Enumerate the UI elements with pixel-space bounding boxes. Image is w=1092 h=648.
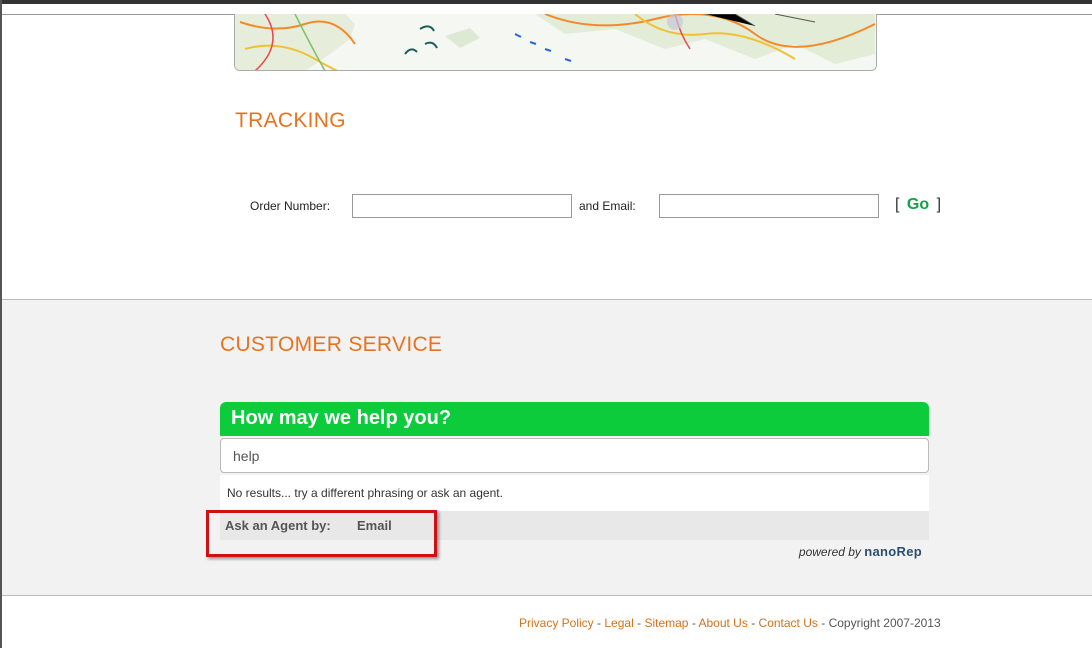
go-button[interactable]: [ Go ]	[895, 196, 941, 214]
help-results-panel: No results... try a different phrasing o…	[220, 475, 929, 511]
footer-separator: -	[751, 616, 756, 630]
annotation-highlight-box	[206, 510, 437, 557]
nanorep-brand: nanoRep	[864, 544, 922, 559]
footer-copyright: Copyright 2007-2013	[828, 616, 941, 630]
map-image	[234, 14, 877, 71]
footer-link-legal[interactable]: Legal	[604, 616, 633, 630]
no-results-message: No results... try a different phrasing o…	[227, 486, 503, 500]
customer-service-title: CUSTOMER SERVICE	[220, 333, 443, 356]
footer-separator: -	[637, 616, 642, 630]
powered-by-label: powered by	[798, 545, 861, 559]
order-number-label: Order Number:	[250, 199, 331, 213]
help-widget-title: How may we help you?	[231, 407, 452, 429]
go-bracket-open: [	[895, 196, 900, 213]
help-widget-header: How may we help you?	[220, 402, 929, 436]
footer-links: Privacy Policy - Legal - Sitemap - About…	[519, 616, 941, 630]
tracking-title: TRACKING	[235, 109, 346, 132]
browser-top-bar	[0, 0, 1092, 4]
footer-link-privacy-policy[interactable]: Privacy Policy	[519, 616, 594, 630]
email-input[interactable]	[659, 194, 879, 218]
go-label: Go	[906, 196, 930, 213]
footer-link-about-us[interactable]: About Us	[698, 616, 747, 630]
footer-link-contact-us[interactable]: Contact Us	[759, 616, 818, 630]
footer-separator: -	[597, 616, 602, 630]
footer-link-sitemap[interactable]: Sitemap	[644, 616, 688, 630]
order-number-input[interactable]	[352, 194, 572, 218]
email-label: and Email:	[579, 199, 636, 213]
footer-separator: -	[691, 616, 696, 630]
powered-by-text: powered by nanoRep	[799, 544, 922, 559]
footer-separator: -	[821, 616, 826, 630]
help-search-input[interactable]	[220, 438, 929, 473]
go-bracket-close: ]	[936, 196, 942, 213]
